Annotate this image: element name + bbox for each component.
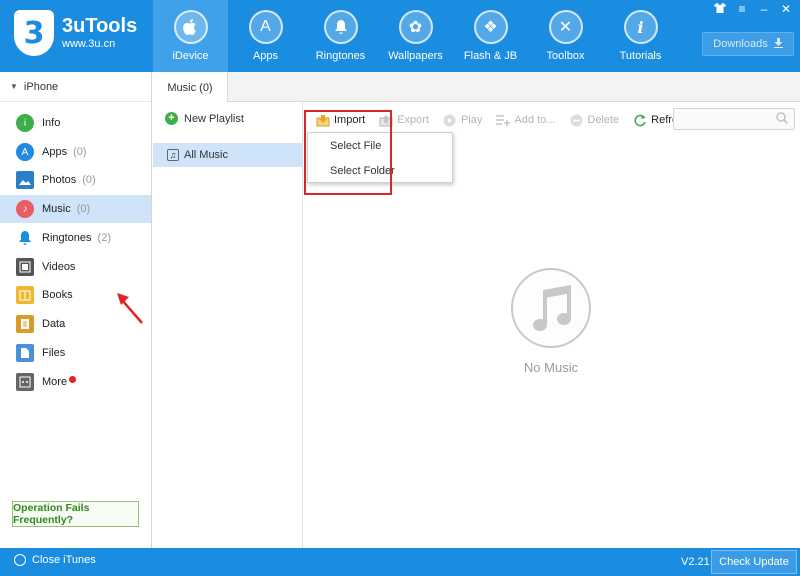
playlist-item-all-music[interactable]: ♫ All Music: [153, 143, 302, 167]
bell-icon: [323, 10, 358, 44]
red-highlight-box-annotation: [304, 110, 392, 195]
info-icon: i: [16, 114, 34, 132]
app-url: www.3u.cn: [62, 38, 116, 50]
photos-icon: [16, 171, 34, 189]
caret-down-icon: ▼: [10, 82, 18, 91]
nav-ringtones[interactable]: Ringtones: [303, 0, 378, 72]
info-icon: i: [623, 10, 658, 44]
skin-icon[interactable]: [712, 2, 728, 16]
tab-music[interactable]: Music (0): [153, 72, 228, 103]
nav-tutorials[interactable]: i Tutorials: [603, 0, 678, 72]
data-icon: [16, 315, 34, 333]
status-bar: Close iTunes V2.21 Check Update: [0, 548, 800, 576]
sidebar-item-photos[interactable]: Photos (0): [0, 166, 151, 194]
nav-flash-jb[interactable]: ❖ Flash & JB: [453, 0, 528, 72]
apple-icon: [173, 10, 208, 44]
play-icon: [443, 113, 457, 127]
search-input[interactable]: [673, 108, 795, 130]
play-button[interactable]: Play: [443, 113, 482, 127]
download-arrow-icon: [773, 37, 783, 51]
circle-icon: [14, 554, 26, 566]
music-icon: ♪: [16, 200, 34, 218]
flower-icon: ✿: [398, 10, 433, 44]
sidebar-item-videos[interactable]: Videos: [0, 253, 151, 281]
videos-icon: [16, 258, 34, 276]
nav-wallpapers[interactable]: ✿ Wallpapers: [378, 0, 453, 72]
nav-toolbox[interactable]: ✕ Toolbox: [528, 0, 603, 72]
check-update-button[interactable]: Check Update: [711, 550, 797, 574]
delete-button[interactable]: Delete: [569, 113, 619, 127]
bell-icon: [16, 229, 34, 247]
box-icon: ❖: [473, 10, 508, 44]
search-icon: [776, 112, 789, 127]
device-selector[interactable]: ▼ iPhone: [0, 72, 151, 102]
delete-icon: [569, 113, 583, 127]
app-title: 3uTools: [62, 15, 138, 37]
window-controls: ≡ – ✕: [712, 2, 794, 16]
tools-icon: ✕: [548, 10, 583, 44]
sidebar-item-apps[interactable]: A Apps (0): [0, 138, 151, 166]
operation-fails-button[interactable]: Operation Fails Frequently?: [12, 501, 139, 527]
apps-icon: A: [248, 10, 283, 44]
more-icon: [16, 373, 34, 391]
red-arrow-annotation: [114, 290, 146, 329]
version-label: V2.21: [681, 556, 710, 568]
nav-apps[interactable]: A Apps: [228, 0, 303, 72]
close-itunes-button[interactable]: Close iTunes: [14, 554, 96, 566]
add-to-button[interactable]: Add to...: [496, 113, 555, 127]
new-playlist-button[interactable]: + New Playlist: [165, 112, 244, 125]
sidebar-item-more[interactable]: More: [0, 368, 151, 396]
refresh-icon: [633, 113, 647, 127]
plus-icon: +: [165, 112, 178, 125]
sidebar-item-files[interactable]: Files: [0, 339, 151, 367]
music-note-icon: ♫: [167, 149, 179, 161]
apps-icon: A: [16, 143, 34, 161]
tab-bar: Music (0): [153, 72, 800, 103]
sidebar-item-music[interactable]: ♪ Music (0): [0, 195, 151, 223]
sidebar: ▼ iPhone i Info A Apps (0) Photos (0) ♪ …: [0, 72, 152, 548]
files-icon: [16, 344, 34, 362]
empty-music-icon: [511, 268, 591, 348]
header-bar: 3 3uTools www.3u.cn iDevice A Apps Ringt…: [0, 0, 800, 72]
sidebar-item-info[interactable]: i Info: [0, 109, 151, 137]
top-nav: iDevice A Apps Ringtones ✿ Wallpapers ❖ …: [153, 0, 678, 72]
menu-icon[interactable]: ≡: [734, 2, 750, 16]
add-to-list-icon: [496, 113, 511, 127]
logo-badge-icon: 3: [14, 10, 54, 56]
close-icon[interactable]: ✕: [778, 2, 794, 16]
sidebar-item-ringtones[interactable]: Ringtones (2): [0, 224, 151, 252]
empty-state-text: No Music: [523, 360, 579, 375]
app-logo: 3 3uTools www.3u.cn: [14, 10, 137, 56]
downloads-button[interactable]: Downloads: [702, 32, 794, 56]
notification-dot: [69, 375, 77, 383]
books-icon: [16, 286, 34, 304]
minimize-icon[interactable]: –: [756, 2, 772, 16]
playlist-panel: + New Playlist ♫ All Music: [153, 102, 303, 548]
nav-idevice[interactable]: iDevice: [153, 0, 228, 72]
